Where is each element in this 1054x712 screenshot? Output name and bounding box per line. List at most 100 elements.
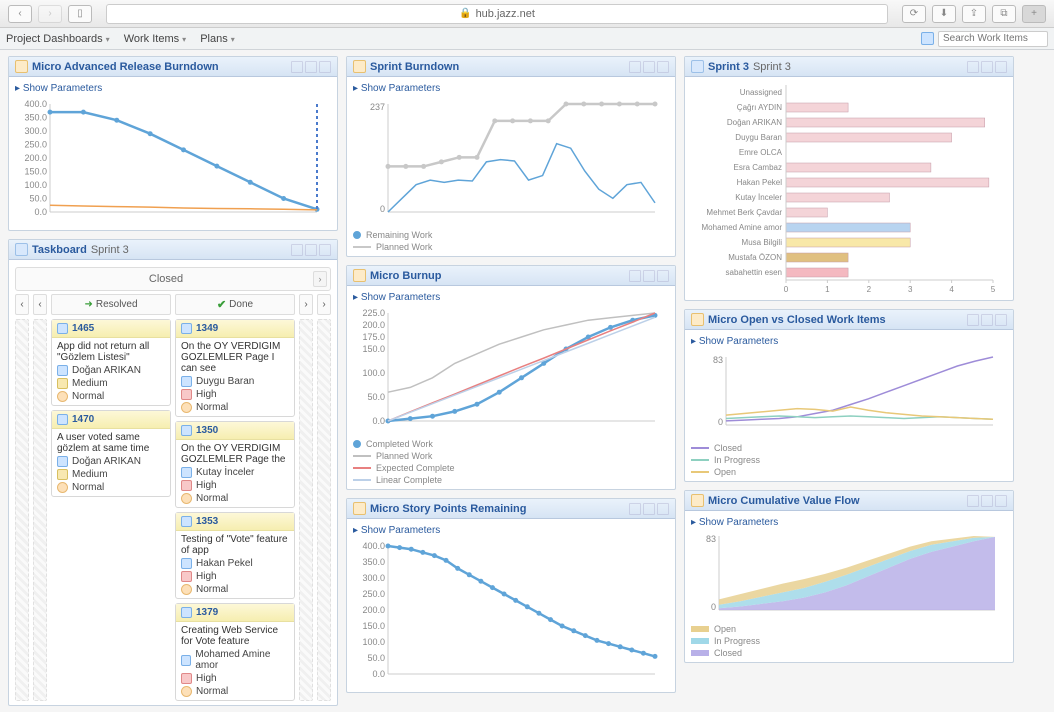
work-item-icon [57,323,68,334]
download-button[interactable]: ⬇ [932,5,956,23]
panel-title: Micro Burnup [370,270,442,282]
svg-text:150.0: 150.0 [24,167,47,177]
new-tab-button[interactable]: + [1022,5,1046,23]
panel-menu-icon[interactable] [629,61,641,73]
nav-project-dashboards[interactable]: Project Dashboards ▾ [6,33,110,45]
share-button[interactable]: ⇪ [962,5,986,23]
svg-text:Unassigned: Unassigned [740,88,782,97]
panel-title: Micro Story Points Remaining [370,503,526,515]
address-bar[interactable]: 🔒hub.jazz.net [106,4,888,24]
work-item-id: 1379 [196,607,218,618]
svg-text:150.0: 150.0 [362,621,385,631]
work-item-id: 1353 [196,516,218,527]
sidebar-toggle[interactable]: ▯ [68,5,92,23]
svg-text:1: 1 [825,285,830,294]
svg-text:Doğan ARIKAN: Doğan ARIKAN [727,118,782,127]
panel-sprint3: Sprint 3 Sprint 3 UnassignedÇağrı AYDIND… [684,56,1014,301]
work-item-id: 1465 [72,323,94,334]
panel-menu-icon[interactable] [643,503,655,515]
owner-name: Hakan Pekel [196,558,253,569]
panel-menu-icon[interactable] [657,503,669,515]
panel-menu-icon[interactable] [319,244,331,256]
scroll-right-button[interactable]: › [317,294,331,315]
work-item-card[interactable]: 1353Testing of "Vote" feature of appHaka… [175,512,295,599]
show-parameters-link[interactable]: ▸ Show Parameters [691,515,778,530]
panel-menu-icon[interactable] [981,495,993,507]
dashboard-page: Micro Advanced Release Burndown ▸ Show P… [0,50,1054,712]
priority-label: Normal [196,584,228,595]
reload-button[interactable]: ⟳ [902,5,926,23]
severity-icon [181,480,192,491]
nav-work-items[interactable]: Work Items ▾ [124,33,187,45]
panel-menu-icon[interactable] [291,244,303,256]
panel-menu-icon[interactable] [967,61,979,73]
show-parameters-link[interactable]: ▸ Show Parameters [353,81,440,96]
work-item-card[interactable]: 1379Creating Web Service for Vote featur… [175,603,295,701]
panel-menu-icon[interactable] [291,61,303,73]
priority-icon [181,493,192,504]
priority-icon [57,482,68,493]
work-item-card[interactable]: 1470 A user voted same gözlem at same tim… [51,410,171,497]
search-input[interactable] [938,31,1048,47]
panel-menu-icon[interactable] [643,270,655,282]
severity-label: High [196,480,217,491]
column-resolved: ➜Resolved [51,294,171,315]
svg-text:83: 83 [713,355,723,365]
svg-text:0: 0 [718,417,723,427]
panel-menu-icon[interactable] [305,61,317,73]
work-item-card[interactable]: 1349On the OY VERDIGIM GOZLEMLER Page I … [175,319,295,417]
work-item-id: 1470 [72,414,94,425]
work-item-icon [57,414,68,425]
svg-text:150.0: 150.0 [362,344,385,354]
work-item-title: App did not return all "Gözlem Listesi" [57,341,165,363]
svg-text:Musa Bilgili: Musa Bilgili [742,238,783,247]
chart-legend: Open In Progress Closed [691,624,1007,658]
panel-menu-icon[interactable] [305,244,317,256]
panel-menu-icon[interactable] [981,314,993,326]
panel-menu-icon[interactable] [995,314,1007,326]
work-item-icon [181,425,192,436]
work-item-title: A user voted same gözlem at same time [57,432,165,454]
work-item-card[interactable]: 1465 App did not return all "Gözlem Liste… [51,319,171,406]
panel-menu-icon[interactable] [981,61,993,73]
forward-button[interactable]: › [38,5,62,23]
svg-text:100.0: 100.0 [362,368,385,378]
svg-text:Mohamed Amine amor: Mohamed Amine amor [702,223,783,232]
panel-menu-icon[interactable] [319,61,331,73]
panel-menu-icon[interactable] [629,503,641,515]
scroll-left-button[interactable]: ‹ [33,294,47,315]
panel-menu-icon[interactable] [643,61,655,73]
panel-menu-icon[interactable] [657,270,669,282]
svg-text:83: 83 [706,534,716,544]
tabs-button[interactable]: ⧉ [992,5,1016,23]
chart-legend: Remaining Work Planned Work [353,230,669,252]
panel-menu-icon[interactable] [995,61,1007,73]
panel-menu-icon[interactable] [995,495,1007,507]
show-parameters-link[interactable]: ▸ Show Parameters [353,523,440,538]
svg-text:0: 0 [380,204,385,214]
show-parameters-link[interactable]: ▸ Show Parameters [353,290,440,305]
work-item-id: 1350 [196,425,218,436]
severity-label: Medium [72,469,108,480]
work-item-card[interactable]: 1350On the OY VERDIGIM GOZLEMLER Page th… [175,421,295,508]
svg-text:2: 2 [867,285,872,294]
scroll-left-button[interactable]: ‹ [15,294,29,315]
work-item-icon[interactable] [921,32,934,45]
show-parameters-link[interactable]: ▸ Show Parameters [15,81,102,96]
panel-menu-icon[interactable] [629,270,641,282]
panel-menu-icon[interactable] [967,495,979,507]
svg-text:50.0: 50.0 [29,194,47,204]
panel-burnup: Micro Burnup ▸ Show Parameters 0.050.010… [346,265,676,490]
svg-text:3: 3 [908,285,913,294]
back-button[interactable]: ‹ [8,5,32,23]
panel-menu-icon[interactable] [657,61,669,73]
show-parameters-link[interactable]: ▸ Show Parameters [691,334,778,349]
priority-icon [181,402,192,413]
nav-plans[interactable]: Plans ▾ [200,33,235,45]
chart-icon [353,502,366,515]
panel-menu-icon[interactable] [967,314,979,326]
svg-text:200.0: 200.0 [24,153,47,163]
work-item-title: On the OY VERDIGIM GOZLEMLER Page I can … [181,341,289,374]
scroll-right-button[interactable]: › [299,294,313,315]
scroll-right-button[interactable]: › [313,271,327,287]
